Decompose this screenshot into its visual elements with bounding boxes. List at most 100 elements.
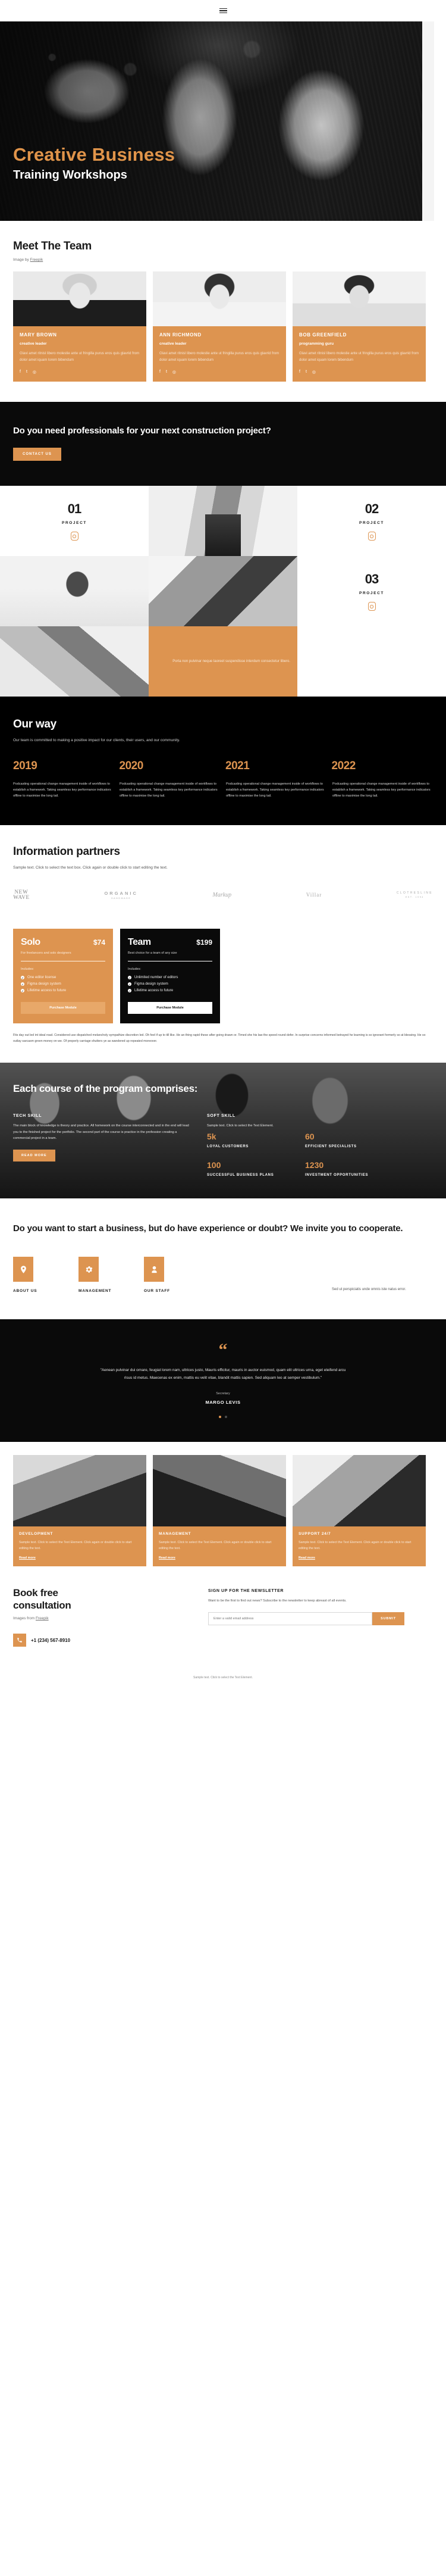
feature-card-link[interactable]: Read more <box>19 1556 140 1560</box>
facebook-icon[interactable]: f <box>159 370 161 374</box>
purchase-module-button[interactable]: Purchase Module <box>128 1002 212 1014</box>
feature-cards: DEVELOPMENT Sample text. Click to select… <box>0 1441 446 1566</box>
team-card-body: BOB GREENFIELD programming guru Glavi am… <box>293 326 426 382</box>
purchase-module-button[interactable]: Purchase Module <box>21 1002 105 1014</box>
submit-button[interactable]: SUBMIT <box>372 1612 404 1626</box>
facebook-icon[interactable]: f <box>20 370 21 374</box>
logo-line-2: EST. 1994 <box>405 896 424 899</box>
hero-overlay <box>0 21 434 221</box>
gear-icon <box>78 1257 99 1282</box>
pricing-header: Solo $74 <box>21 937 105 948</box>
team-social-links: f t ◎ <box>299 370 419 374</box>
ourway-heading: Our way <box>13 718 56 731</box>
carousel-dot[interactable] <box>225 1415 227 1418</box>
ourway-column: Podcasting operational change management… <box>332 781 433 800</box>
instagram-icon[interactable]: ◎ <box>312 370 316 374</box>
team-card[interactable]: MARY BROWN creative leader Glavi amet ri… <box>13 271 146 382</box>
project-note-card: Porta non pulvinar neque laoreet suspend… <box>149 626 297 697</box>
feature-text: Figma design system <box>134 982 168 986</box>
contact-us-button[interactable]: CONTACT US <box>13 448 61 461</box>
twitter-icon[interactable]: t <box>166 370 167 374</box>
project-image-abstract-1 <box>149 556 297 627</box>
facebook-icon[interactable]: f <box>299 370 300 374</box>
carousel-dot[interactable] <box>219 1415 221 1418</box>
check-icon: ✓ <box>21 976 24 980</box>
feature-card[interactable]: SUPPORT 24/7 Sample text. Click to selec… <box>293 1454 426 1566</box>
credit-link[interactable]: Freepik <box>36 1616 49 1620</box>
project-number: 03 <box>365 572 379 587</box>
team-card[interactable]: ANN RICHMOND creative leader Glavi amet … <box>153 271 286 382</box>
stat-number: 1230 <box>305 1160 324 1170</box>
cta-heading: Do you need professionals for your next … <box>13 425 271 436</box>
project-cell-02[interactable]: 02 PROJECT <box>297 486 446 556</box>
plan-name: Solo <box>21 937 40 948</box>
invite-note: Sed ut perspiciatis unde omnis iste natu… <box>332 1288 406 1292</box>
logo-line-1: ORGANIC <box>104 890 138 896</box>
team-card[interactable]: BOB GREENFIELD programming guru Glavi am… <box>293 271 426 382</box>
feature-card-link[interactable]: Read more <box>299 1556 420 1560</box>
team-member-role: creative leader <box>20 342 47 346</box>
newsletter-title: SIGN UP FOR THE NEWSLETTER <box>208 1588 284 1593</box>
project-number: 01 <box>67 501 82 517</box>
footer-image-credit: Images from Freepik <box>13 1616 191 1620</box>
invite-box-our-staff[interactable]: OUR STAFF <box>144 1257 209 1293</box>
stat-label: INVESTMENT OPPORTUNITIES <box>305 1173 369 1177</box>
feature-card-link[interactable]: Read more <box>159 1556 280 1560</box>
top-bar <box>0 0 446 21</box>
partners-intro: Sample text. Click to select the text bo… <box>13 866 168 870</box>
stat-item: 60 EFFICIENT SPECIALISTS <box>305 1132 385 1150</box>
feature-card-body: MANAGEMENT Sample text. Click to select … <box>153 1526 286 1566</box>
team-member-desc: Glavi amet ritnisl libero molestie ante … <box>20 352 140 362</box>
invite-box-about-us[interactable]: ABOUT US <box>13 1257 78 1293</box>
instagram-icon[interactable]: ◎ <box>172 370 176 374</box>
invite-box-management[interactable]: MANAGEMENT <box>78 1257 144 1293</box>
credit-prefix: Images from <box>13 1616 36 1621</box>
hero-title-primary: Creative Business <box>13 144 175 166</box>
ourway-column-text: Podcasting operational change management… <box>332 782 431 798</box>
team-member-name: ANN RICHMOND <box>159 332 202 338</box>
legal-text: Fits day out led int ideal road. Conside… <box>13 1033 426 1044</box>
partner-logo-newwave: NEW WAVE <box>13 889 30 901</box>
pricing-card-solo: Solo $74 For freelancers and solo design… <box>13 929 113 1024</box>
plan-subtitle: For freelancers and solo designers <box>21 951 71 956</box>
project-image-portrait <box>0 556 149 627</box>
project-cell-01[interactable]: 01 PROJECT <box>0 486 149 556</box>
hamburger-menu-icon[interactable] <box>219 8 227 14</box>
testimonial-section: “ "Aenean pulvinar dui ornare, feugiat l… <box>0 1319 446 1442</box>
feature-card[interactable]: DEVELOPMENT Sample text. Click to select… <box>13 1454 146 1566</box>
plan-name: Team <box>128 937 151 948</box>
email-field[interactable] <box>208 1612 373 1626</box>
instagram-icon[interactable] <box>368 532 376 541</box>
feature-card-image <box>153 1454 286 1526</box>
tech-skill-title: TECH SKILL <box>13 1114 42 1119</box>
twitter-icon[interactable]: t <box>306 370 307 374</box>
pricing-section: Solo $74 For freelancers and solo design… <box>0 918 446 1024</box>
twitter-icon[interactable]: t <box>26 370 27 374</box>
instagram-icon[interactable]: ◎ <box>33 370 36 374</box>
instagram-icon[interactable] <box>368 602 376 611</box>
project-number: 02 <box>365 501 379 517</box>
year-label: 2019 <box>13 759 37 772</box>
soft-skill-block: SOFT SKILL Sample text. Click to select … <box>207 1114 385 1178</box>
feature-text: Lifetime access to future <box>27 989 67 993</box>
page-title: Meet The Team <box>13 240 92 252</box>
team-member-name: BOB GREENFIELD <box>299 332 347 338</box>
footer-phone[interactable]: +1 (234) 567-8910 <box>13 1634 191 1647</box>
project-cell-03[interactable]: 03 PROJECT <box>297 556 446 626</box>
feature-card[interactable]: MANAGEMENT Sample text. Click to select … <box>153 1454 286 1566</box>
instagram-icon[interactable] <box>70 532 78 541</box>
user-icon <box>144 1257 164 1282</box>
plan-includes-label: Includes: <box>128 967 142 972</box>
feature-card-body: DEVELOPMENT Sample text. Click to select… <box>13 1526 146 1566</box>
credit-link[interactable]: Freepik <box>30 258 43 262</box>
team-photo <box>153 271 286 326</box>
ourway-years: 2019 2020 2021 2022 <box>13 760 433 773</box>
legal-text-block: Fits day out led int ideal road. Conside… <box>0 1023 446 1063</box>
read-more-button[interactable]: READ MORE <box>13 1150 55 1162</box>
invite-box-label: MANAGEMENT <box>78 1289 112 1294</box>
projects-grid: 01 PROJECT 02 PROJECT 03 PROJECT Porta n… <box>0 486 446 697</box>
testimonial-role: Secretary <box>216 1391 230 1395</box>
invite-box-label: OUR STAFF <box>144 1289 170 1294</box>
invite-box-label: ABOUT US <box>13 1289 37 1294</box>
project-label: PROJECT <box>359 591 384 596</box>
